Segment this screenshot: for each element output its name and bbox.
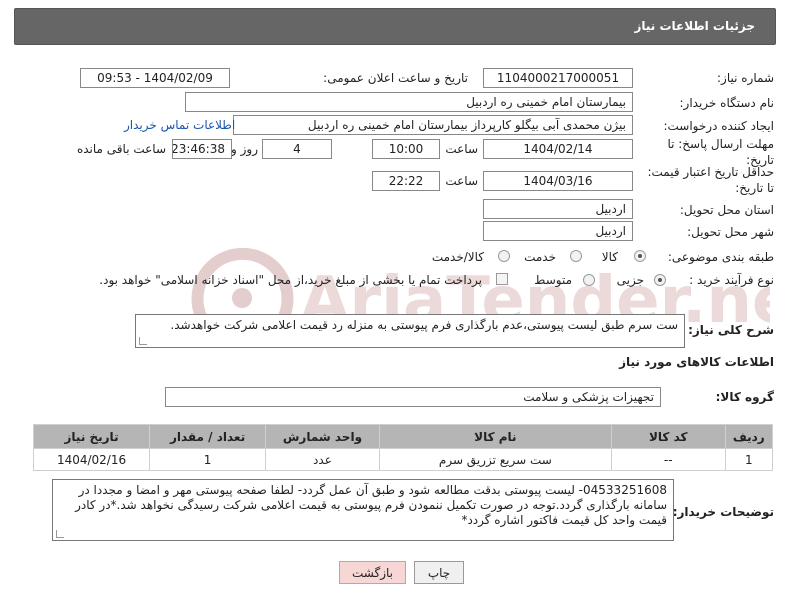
col-date: تاریخ نیاز [32, 424, 151, 449]
category-option-goods-service: کالا/خدمت [431, 250, 484, 264]
header-panel: جزئیات اطلاعات نیاز [14, 8, 776, 45]
goods-group-label: گروه کالا: [715, 390, 774, 404]
category-label: طبقه بندی موضوعی: [667, 250, 774, 264]
summary-label: شرح کلی نیاز: [688, 323, 774, 337]
validity-date-label: تا تاریخ: [735, 181, 774, 195]
validity-label: حداقل تاریخ اعتبار قیمت: [647, 165, 774, 179]
col-unit: واحد شمارش [265, 424, 380, 449]
page-title: جزئیات اطلاعات نیاز [634, 19, 755, 33]
process-radio-minor[interactable] [654, 274, 666, 286]
cell-code: -- [610, 448, 726, 471]
city-label: شهر محل تحویل: [687, 225, 774, 239]
summary-textarea[interactable]: ست سرم طبق لیست پیوستی،عدم بارگذاری فرم … [135, 314, 685, 348]
process-label: نوع فرآیند خرید : [689, 273, 774, 287]
goods-section-title: اطلاعات کالاهای مورد نیاز [619, 355, 774, 369]
buyer-notes-textarea[interactable]: 04533251608- لیست پیوستی بدقت مطالعه شود… [52, 479, 674, 541]
need-number-label: شماره نیاز: [717, 71, 774, 85]
validity-date-field[interactable]: 1404/03/16 [483, 171, 633, 191]
goods-group-field[interactable]: تجهیزات پزشکی و سلامت [165, 387, 661, 407]
city-field[interactable]: اردبیل [483, 221, 633, 241]
validity-time-label: ساعت [445, 174, 478, 188]
announce-label: تاریخ و ساعت اعلان عمومی: [323, 71, 468, 85]
deadline-date-field[interactable]: 1404/02/14 [483, 139, 633, 159]
need-number-field[interactable]: 1104000217000051 [483, 68, 633, 88]
category-option-goods: کالا [601, 250, 618, 264]
cell-name: ست سریع تزریق سرم [378, 448, 612, 471]
col-quantity: تعداد / مقدار [149, 424, 267, 449]
buyer-notes-text: 04533251608- لیست پیوستی بدقت مطالعه شود… [75, 483, 667, 527]
resize-handle-icon[interactable] [139, 337, 147, 345]
process-radio-medium[interactable] [583, 274, 595, 286]
summary-text: ست سرم طبق لیست پیوستی،عدم بارگذاری فرم … [170, 318, 678, 332]
category-option-service: خدمت [524, 250, 556, 264]
buyer-field[interactable]: بیمارستان امام خمینی ره اردبیل [185, 92, 633, 112]
deadline-label: مهلت ارسال پاسخ: تا [667, 137, 774, 151]
cell-date: 1404/02/16 [32, 448, 151, 471]
time-remaining-label: ساعت باقی مانده [76, 142, 166, 156]
province-label: استان محل تحویل: [679, 203, 774, 217]
process-option-medium: متوسط [534, 273, 572, 287]
province-field[interactable]: اردبیل [483, 199, 633, 219]
category-radio-goods-service[interactable] [498, 250, 510, 262]
goods-table: ردیف کد کالا نام کالا واحد شمارش تعداد /… [32, 424, 774, 471]
col-name: نام کالا [378, 424, 612, 449]
treasury-note: پرداخت تمام یا بخشی از مبلغ خرید،از محل … [99, 273, 482, 287]
col-code: کد کالا [610, 424, 726, 449]
treasury-checkbox[interactable] [496, 273, 508, 285]
resize-handle-icon[interactable] [56, 530, 64, 538]
validity-time-field[interactable]: 22:22 [372, 171, 440, 191]
creator-field[interactable]: بیژن محمدی آبی بیگلو کارپرداز بیمارستان … [233, 115, 633, 135]
cell-quantity: 1 [149, 448, 267, 471]
days-remaining-field[interactable]: 4 [262, 139, 332, 159]
deadline-time-field[interactable]: 10:00 [372, 139, 440, 159]
buyer-contact-link[interactable]: اطلاعات تماس خریدار [124, 118, 235, 132]
print-button[interactable]: چاپ [414, 561, 464, 584]
creator-label: ایجاد کننده درخواست: [663, 119, 774, 133]
announce-field[interactable]: 1404/02/09 - 09:53 [80, 68, 230, 88]
buyer-label: نام دستگاه خریدار: [679, 96, 775, 110]
cell-unit: عدد [265, 448, 380, 471]
col-row: ردیف [724, 424, 774, 449]
buyer-notes-label: توضیحات خریدار: [672, 505, 774, 519]
process-option-minor: جزیی [616, 273, 644, 287]
back-button[interactable]: بازگشت [339, 561, 406, 584]
category-radio-goods[interactable] [634, 250, 646, 262]
table-row[interactable]: 1 -- ست سریع تزریق سرم عدد 1 1404/02/16 [32, 448, 774, 471]
deadline-time-label: ساعت [445, 142, 478, 156]
category-radio-service[interactable] [570, 250, 582, 262]
time-remaining-field[interactable]: 23:46:38 [172, 139, 232, 159]
goods-table-header: ردیف کد کالا نام کالا واحد شمارش تعداد /… [32, 424, 774, 449]
cell-row: 1 [724, 448, 774, 471]
days-label: روز و [231, 142, 258, 156]
